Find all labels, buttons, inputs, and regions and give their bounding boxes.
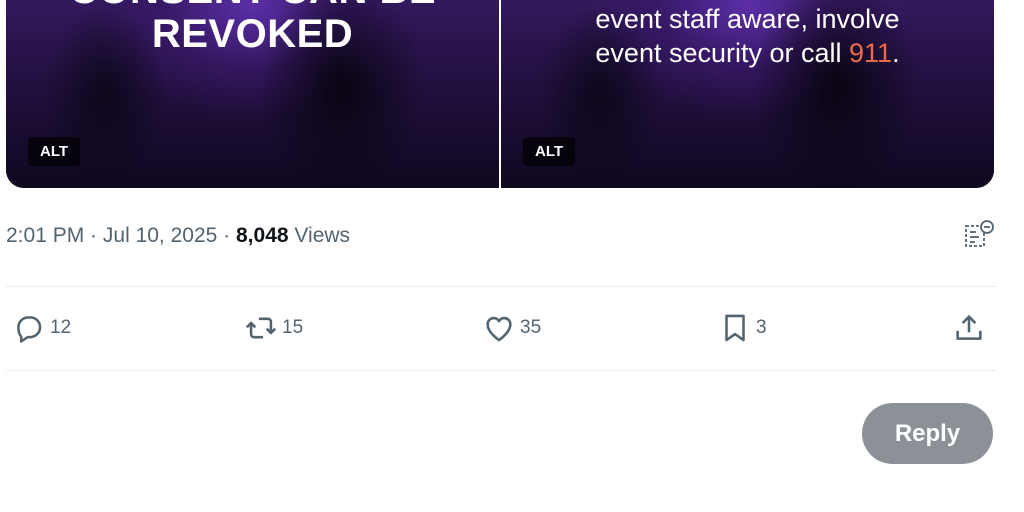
media-image-1[interactable]: CONSENT CAN BE REVOKED ALT bbox=[6, 0, 499, 188]
meta-separator: · bbox=[217, 224, 236, 247]
analytics-icon[interactable] bbox=[962, 218, 996, 252]
tweet-media: CONSENT CAN BE REVOKED ALT event staff a… bbox=[6, 0, 994, 188]
repost-action[interactable]: 15 bbox=[244, 310, 303, 346]
views-label: Views bbox=[288, 224, 351, 247]
divider bbox=[6, 286, 996, 287]
image-1-line-2: REVOKED bbox=[151, 12, 354, 56]
meta-separator: · bbox=[84, 224, 103, 247]
repost-count: 15 bbox=[282, 317, 304, 338]
tweet-time[interactable]: 2:01 PM bbox=[6, 224, 84, 247]
image-1-line-1: CONSENT CAN BE bbox=[6, 0, 499, 12]
reply-icon bbox=[17, 316, 42, 343]
repost-icon bbox=[245, 317, 277, 339]
like-icon bbox=[486, 316, 512, 342]
reply-button[interactable]: Reply bbox=[862, 403, 993, 464]
alt-badge[interactable]: ALT bbox=[523, 137, 576, 166]
like-count: 35 bbox=[520, 317, 542, 338]
image-2-line-2: event security or call 911. bbox=[501, 36, 994, 70]
like-action[interactable]: 35 bbox=[482, 310, 541, 346]
reply-action[interactable]: 12 bbox=[12, 310, 71, 346]
share-action[interactable] bbox=[952, 310, 986, 346]
image-2-line-2-suffix: . bbox=[892, 38, 900, 68]
tweet-date[interactable]: Jul 10, 2025 bbox=[103, 224, 217, 247]
image-2-highlight: 911 bbox=[849, 38, 893, 68]
bookmark-count: 3 bbox=[756, 317, 767, 338]
image-2-line-1: event staff aware, involve bbox=[595, 4, 900, 34]
reply-count: 12 bbox=[50, 317, 72, 338]
media-image-2[interactable]: event staff aware, involve event securit… bbox=[499, 0, 994, 188]
share-icon bbox=[956, 314, 982, 340]
views-count: 8,048 bbox=[236, 224, 289, 247]
tweet-metadata: 2:01 PM · Jul 10, 2025 · 8,048 Views bbox=[6, 224, 350, 248]
alt-badge[interactable]: ALT bbox=[28, 137, 81, 166]
bookmark-action[interactable]: 3 bbox=[718, 310, 767, 346]
bookmark-icon bbox=[725, 314, 745, 342]
divider bbox=[6, 370, 996, 371]
image-2-line-2-prefix: event security or call bbox=[595, 38, 850, 68]
